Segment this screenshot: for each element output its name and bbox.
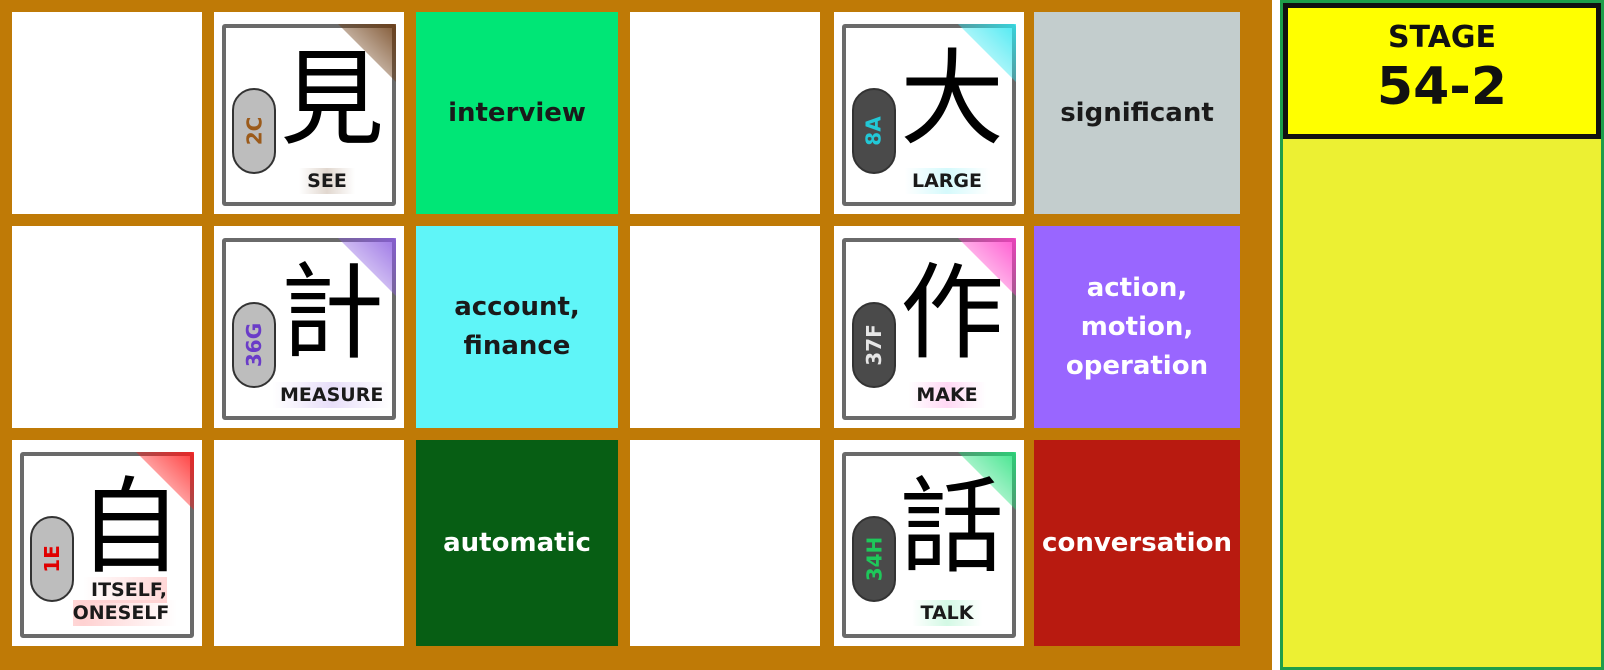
kanji-meaning: TALK bbox=[892, 600, 1002, 627]
game-board: 2C 見 SEE interview 8A 大 LARGE significant 36G 計 ME… bbox=[0, 0, 1272, 670]
empty-slot[interactable] bbox=[12, 226, 202, 428]
word-card[interactable]: conversation bbox=[1034, 440, 1240, 646]
kanji-character: 自 bbox=[77, 466, 182, 588]
brain-icon: 37F bbox=[852, 302, 896, 388]
kanji-character: 計 bbox=[279, 252, 384, 374]
word-card-text: interview bbox=[448, 97, 586, 128]
stage-indicator: STAGE 54-2 bbox=[1283, 3, 1601, 139]
kanji-card[interactable]: 8A 大 LARGE bbox=[834, 12, 1024, 214]
word-card-text: account, finance bbox=[454, 292, 580, 361]
empty-slot[interactable] bbox=[630, 440, 820, 646]
kanji-meaning-text: ITSELF, ONESELF bbox=[72, 576, 178, 627]
kanji-meaning-text: SEE bbox=[299, 168, 355, 195]
kanji-card[interactable]: 1E 自 ITSELF, ONESELF bbox=[12, 440, 202, 646]
kanji-card-frame: 2C 見 SEE bbox=[222, 24, 396, 206]
word-card-text: action, motion, operation bbox=[1065, 272, 1209, 381]
kanji-code: 34H bbox=[862, 536, 887, 582]
word-card[interactable]: action, motion, operation bbox=[1034, 226, 1240, 428]
word-card[interactable]: significant bbox=[1034, 12, 1240, 214]
kanji-card-frame: 37F 作 MAKE bbox=[842, 238, 1016, 420]
kanji-code: 37F bbox=[862, 324, 886, 366]
kanji-card-frame: 1E 自 ITSELF, ONESELF bbox=[20, 452, 194, 638]
stage-label: STAGE bbox=[1387, 20, 1497, 55]
word-card-text: conversation bbox=[1042, 527, 1232, 558]
kanji-meaning: LARGE bbox=[892, 168, 1002, 195]
kanji-character: 見 bbox=[279, 38, 384, 160]
word-card[interactable]: automatic bbox=[416, 440, 618, 646]
kanji-card-frame: 34H 話 TALK bbox=[842, 452, 1016, 638]
kanji-code: 36G bbox=[242, 322, 266, 368]
kanji-meaning-text: TALK bbox=[912, 600, 982, 627]
kanji-character: 作 bbox=[899, 252, 1004, 374]
kanji-meaning: SEE bbox=[272, 168, 382, 195]
kanji-character: 大 bbox=[899, 38, 1004, 160]
word-card[interactable]: interview bbox=[416, 12, 618, 214]
brain-icon: 2C bbox=[232, 88, 276, 174]
kanji-card-frame: 8A 大 LARGE bbox=[842, 24, 1016, 206]
word-card-text: significant bbox=[1060, 97, 1214, 128]
kanji-meaning: MAKE bbox=[892, 382, 1002, 409]
kanji-code: 2C bbox=[242, 116, 266, 146]
kanji-code: 8A bbox=[862, 116, 886, 146]
kanji-card[interactable]: 34H 話 TALK bbox=[834, 440, 1024, 646]
kanji-meaning: MEASURE bbox=[272, 382, 392, 409]
word-card[interactable]: account, finance bbox=[416, 226, 618, 428]
kanji-meaning-text: LARGE bbox=[903, 168, 991, 195]
kanji-card[interactable]: 37F 作 MAKE bbox=[834, 226, 1024, 428]
kanji-meaning-text: MAKE bbox=[908, 382, 986, 409]
brain-icon: 1E bbox=[30, 516, 74, 602]
stage-number: 54-2 bbox=[1376, 57, 1508, 117]
kanji-card-frame: 36G 計 MEASURE bbox=[222, 238, 396, 420]
kanji-character: 話 bbox=[899, 466, 1004, 588]
brain-icon: 36G bbox=[232, 302, 276, 388]
empty-slot[interactable] bbox=[630, 12, 820, 214]
kanji-card[interactable]: 36G 計 MEASURE bbox=[214, 226, 404, 428]
kanji-card[interactable]: 2C 見 SEE bbox=[214, 12, 404, 214]
empty-slot[interactable] bbox=[12, 12, 202, 214]
kanji-code: 1E bbox=[39, 545, 64, 573]
empty-slot[interactable] bbox=[214, 440, 404, 646]
empty-slot[interactable] bbox=[630, 226, 820, 428]
brain-icon: 8A bbox=[852, 88, 896, 174]
kanji-meaning-text: MEASURE bbox=[272, 382, 392, 409]
kanji-meaning: ITSELF, ONESELF bbox=[70, 576, 180, 627]
brain-icon: 34H bbox=[852, 516, 896, 602]
word-card-text: automatic bbox=[443, 527, 591, 558]
